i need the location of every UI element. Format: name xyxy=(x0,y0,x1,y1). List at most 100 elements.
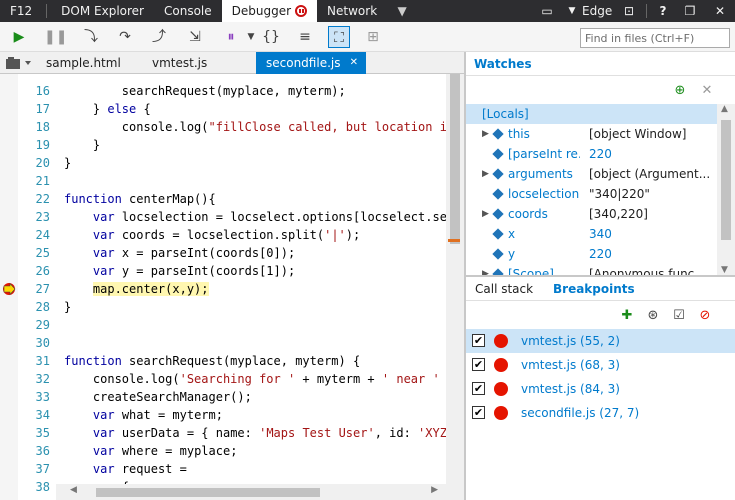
add-watch-icon[interactable]: ⊕ xyxy=(671,82,689,100)
expand-chevron-icon[interactable]: ▶ xyxy=(482,124,489,144)
watches-panel: Watches ⊕ ✕ [Locals] ▶ this [object Window]… xyxy=(466,52,735,281)
breakpoint-checkbox[interactable]: ✔ xyxy=(472,406,485,419)
break-on-new-worker-icon[interactable]: ⇲ xyxy=(184,26,206,48)
line-number[interactable]: 20 xyxy=(18,154,56,172)
scroll-up-icon[interactable]: ▲ xyxy=(721,104,728,114)
open-document-icon[interactable] xyxy=(4,55,34,71)
exception-behavior-icon[interactable]: ⏸ xyxy=(220,26,242,48)
step-out-icon[interactable]: ⤴ xyxy=(148,26,170,48)
file-tab-label: secondfile.js xyxy=(266,56,341,70)
watch-row[interactable]: ▶ arguments [object (Argument... xyxy=(466,164,717,184)
tab-dom-explorer[interactable]: DOM Explorer xyxy=(51,0,154,22)
scroll-left-icon[interactable]: ◀ xyxy=(70,485,77,495)
watches-scrollbar[interactable]: ▲ ▼ xyxy=(717,104,735,275)
just-my-code-icon[interactable]: ⛶ xyxy=(328,26,350,48)
breakpoint-checkbox[interactable]: ✔ xyxy=(472,358,485,371)
emulation-dropdown-icon[interactable]: ▼ xyxy=(562,0,582,22)
editor-horizontal-scrollbar[interactable]: ◀ ▶ xyxy=(56,484,446,500)
breakpoint-checkbox[interactable]: ✔ xyxy=(472,382,485,395)
break-icon[interactable]: ❚❚ xyxy=(44,26,67,48)
line-number[interactable]: 19 xyxy=(18,136,56,154)
breakpoint-row[interactable]: ✔ vmtest.js (68, 3) xyxy=(466,353,735,377)
undock-icon[interactable]: ❐ xyxy=(675,0,705,22)
breakpoint-location[interactable]: secondfile.js (27, 7) xyxy=(521,401,639,425)
expand-chevron-icon[interactable]: ▶ xyxy=(482,204,489,224)
watch-row[interactable]: x 340 xyxy=(466,224,717,244)
find-in-files-input[interactable] xyxy=(580,28,730,48)
step-over-icon[interactable]: ↷ xyxy=(114,26,136,48)
file-tab-vmtest-js[interactable]: vmtest.js xyxy=(142,52,254,74)
breakpoint-location[interactable]: vmtest.js (84, 3) xyxy=(521,377,620,401)
line-number[interactable]: 30 xyxy=(18,334,56,352)
dropdown-chevron-icon[interactable]: ▼ xyxy=(240,26,262,48)
watch-row[interactable]: [parseInt re... 220 xyxy=(466,144,717,164)
line-number[interactable]: 35 xyxy=(18,424,56,442)
add-breakpoint-icon[interactable]: ✚ xyxy=(618,307,636,325)
line-number[interactable]: 33 xyxy=(18,388,56,406)
console-drawer-icon[interactable]: ⊡ xyxy=(616,0,642,22)
breakpoint-location[interactable]: vmtest.js (68, 3) xyxy=(521,353,620,377)
watch-locals-group[interactable]: [Locals] xyxy=(466,104,717,124)
browser-mode-label[interactable]: Edge xyxy=(582,0,616,22)
bottom-tab-strip: Call stack Breakpoints xyxy=(466,277,735,301)
breakpoint-row[interactable]: ✔ secondfile.js (27, 7) xyxy=(466,401,735,425)
watch-row[interactable]: ▶ coords [340,220] xyxy=(466,204,717,224)
toggle-all-breakpoints-icon[interactable]: ☑ xyxy=(670,307,688,325)
breakpoint-row[interactable]: ✔ vmtest.js (55, 2) xyxy=(466,329,735,353)
scrollbar-thumb[interactable] xyxy=(450,74,460,244)
code-editor[interactable]: 16 17 18 19 20 21 22 23 24 25 26 27 28 29 30 31 32 33 34 35… xyxy=(0,74,464,500)
close-icon[interactable]: ✕ xyxy=(350,52,358,74)
expand-chevron-icon[interactable]: ▶ xyxy=(482,164,489,184)
line-number[interactable]: 26 xyxy=(18,262,56,280)
editor-vertical-scrollbar[interactable] xyxy=(446,74,464,500)
line-number[interactable]: 38 xyxy=(18,478,56,496)
source-maps-icon[interactable]: ⊞ xyxy=(362,26,384,48)
breakpoint-row[interactable]: ✔ vmtest.js (84, 3) xyxy=(466,377,735,401)
code-lines: searchRequest(myplace, myterm); } else {… xyxy=(64,82,464,496)
tab-call-stack[interactable]: Call stack xyxy=(475,277,533,301)
screen-icon[interactable]: ▭ xyxy=(532,0,562,22)
delete-all-breakpoints-icon[interactable]: ⊘ xyxy=(696,307,714,325)
line-number[interactable]: 24 xyxy=(18,226,56,244)
watch-row[interactable]: ▶ this [object Window] xyxy=(466,124,717,144)
breakpoint-checkbox[interactable]: ✔ xyxy=(472,334,485,347)
add-event-breakpoint-icon[interactable]: ⊛ xyxy=(644,307,662,325)
code-line: searchRequest(myplace, myterm); xyxy=(64,84,346,98)
scroll-down-icon[interactable]: ▼ xyxy=(721,265,728,275)
line-number[interactable]: 18 xyxy=(18,118,56,136)
line-number[interactable]: 36 xyxy=(18,442,56,460)
line-number[interactable]: 16 xyxy=(18,82,56,100)
line-number[interactable]: 29 xyxy=(18,316,56,334)
step-into-icon[interactable]: ⤵ xyxy=(80,26,102,48)
scrollbar-thumb[interactable] xyxy=(96,488,320,497)
continue-icon[interactable]: ▶ xyxy=(8,26,30,48)
file-tab-secondfile-js[interactable]: secondfile.js ✕ xyxy=(256,52,366,74)
line-number[interactable]: 25 xyxy=(18,244,56,262)
delete-all-watches-icon[interactable]: ✕ xyxy=(698,82,716,100)
word-wrap-icon[interactable]: ≡ xyxy=(294,26,316,48)
tab-breakpoints[interactable]: Breakpoints xyxy=(553,277,635,301)
tab-console[interactable]: Console xyxy=(154,0,222,22)
close-icon[interactable]: ✕ xyxy=(705,0,735,22)
tab-debugger[interactable]: Debugger xyxy=(221,0,318,22)
tab-network[interactable]: Network xyxy=(317,0,387,22)
line-number[interactable]: 22 xyxy=(18,190,56,208)
more-tabs-icon[interactable]: ▼ xyxy=(387,0,417,22)
file-tab-sample-html[interactable]: sample.html xyxy=(36,52,140,74)
line-number[interactable]: 27 xyxy=(18,280,56,298)
line-number[interactable]: 28 xyxy=(18,298,56,316)
scroll-right-icon[interactable]: ▶ xyxy=(431,485,438,495)
breakpoint-location[interactable]: vmtest.js (55, 2) xyxy=(521,329,620,353)
line-number[interactable]: 37 xyxy=(18,460,56,478)
pretty-print-icon[interactable]: {} xyxy=(260,26,282,48)
line-number[interactable]: 31 xyxy=(18,352,56,370)
line-number[interactable]: 17 xyxy=(18,100,56,118)
line-number[interactable]: 34 xyxy=(18,406,56,424)
watch-row[interactable]: y 220 xyxy=(466,244,717,264)
line-number[interactable]: 21 xyxy=(18,172,56,190)
line-number[interactable]: 32 xyxy=(18,370,56,388)
help-icon[interactable]: ? xyxy=(651,0,675,22)
scrollbar-thumb[interactable] xyxy=(721,120,731,240)
line-number[interactable]: 23 xyxy=(18,208,56,226)
watch-row[interactable]: locselection "340|220" xyxy=(466,184,717,204)
